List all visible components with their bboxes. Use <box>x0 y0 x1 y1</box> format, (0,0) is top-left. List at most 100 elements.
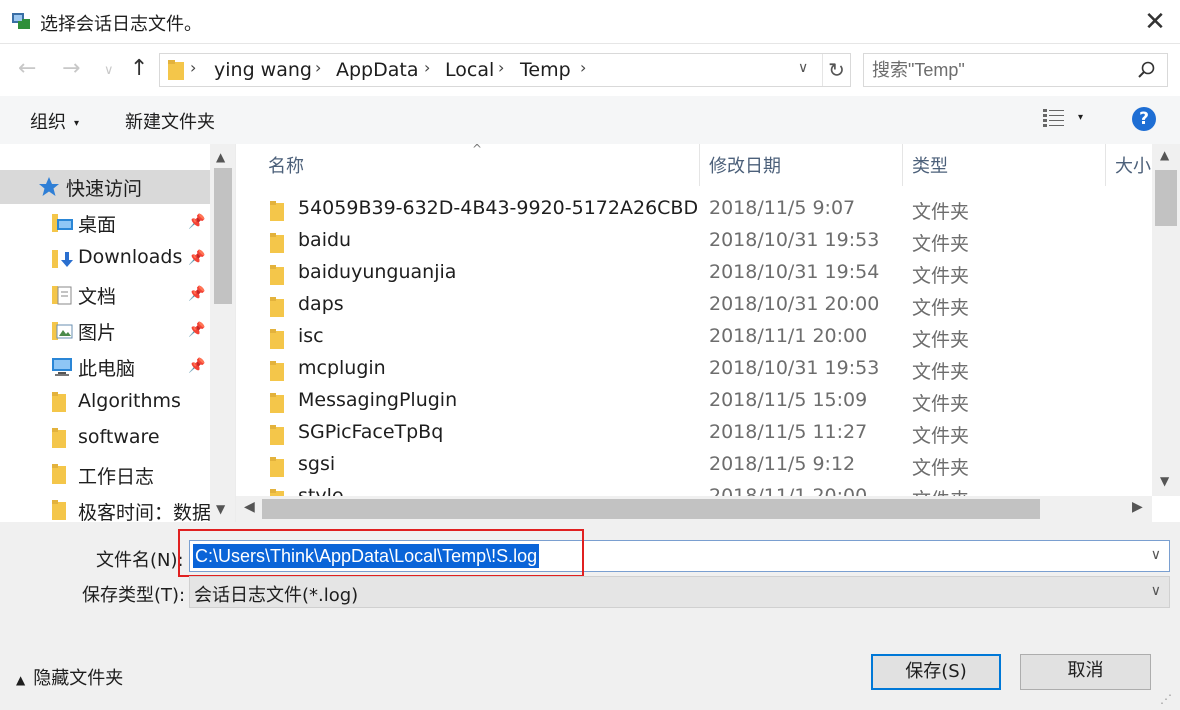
highlight-annotation <box>178 529 584 577</box>
sidebar-item-pictures[interactable]: 图片 📌 <box>0 314 210 348</box>
sidebar-item-quick-access[interactable]: 快速访问 <box>0 170 210 204</box>
sidebar-scrollbar[interactable]: ▲ ▼ <box>210 144 235 522</box>
filetype-select[interactable]: 会话日志文件(*.log) ∨ <box>189 576 1170 608</box>
file-row[interactable]: isc 2018/11/1 20:00 文件夹 <box>236 322 1152 354</box>
folder-icon <box>270 297 284 317</box>
help-icon[interactable]: ? <box>1132 107 1156 131</box>
folder-icon <box>270 329 284 349</box>
scrollbar-thumb[interactable] <box>214 168 232 304</box>
breadcrumb-appdata[interactable]: AppData <box>336 59 419 81</box>
search-box[interactable] <box>863 53 1168 87</box>
up-icon[interactable]: ↑ <box>130 56 148 81</box>
navigation-bar: ← → ∨ ↑ › ying wang › AppData › Local › … <box>0 44 1180 96</box>
file-name: isc <box>298 325 324 347</box>
search-input[interactable] <box>872 57 1122 83</box>
sidebar-item-this-pc[interactable]: 此电脑 📌 <box>0 350 210 384</box>
file-row[interactable]: mcplugin 2018/10/31 19:53 文件夹 <box>236 354 1152 386</box>
resize-grip-icon[interactable]: ⋰ <box>1160 692 1172 706</box>
scrollbar-thumb[interactable] <box>1155 170 1177 226</box>
file-row[interactable]: SGPicFaceTpBq 2018/11/5 11:27 文件夹 <box>236 418 1152 450</box>
breadcrumb-separator[interactable]: › <box>315 58 321 77</box>
search-icon[interactable] <box>1136 60 1156 80</box>
save-button[interactable]: 保存(S) <box>871 654 1001 690</box>
forward-icon[interactable]: → <box>62 56 80 81</box>
sidebar-item-software[interactable]: software <box>0 422 210 456</box>
filetype-value: 会话日志文件(*.log) <box>194 585 359 606</box>
file-modified: 2018/10/31 19:53 <box>709 357 880 379</box>
column-header-type[interactable]: 类型 <box>912 152 948 178</box>
file-type: 文件夹 <box>912 329 970 351</box>
folder-icon <box>270 425 284 445</box>
sidebar-item-downloads[interactable]: Downloads 📌 <box>0 242 210 276</box>
address-bar[interactable]: › ying wang › AppData › Local › Temp › ∨… <box>159 53 851 87</box>
scroll-left-icon[interactable]: ◀ <box>244 499 255 515</box>
scroll-down-icon[interactable]: ▼ <box>1160 474 1169 488</box>
back-icon[interactable]: ← <box>18 56 36 81</box>
new-folder-button[interactable]: 新建文件夹 <box>125 108 215 134</box>
file-type: 文件夹 <box>912 393 970 415</box>
scroll-right-icon[interactable]: ▶ <box>1132 499 1143 515</box>
column-header-modified[interactable]: 修改日期 <box>709 152 781 178</box>
file-row[interactable]: MessagingPlugin 2018/11/5 15:09 文件夹 <box>236 386 1152 418</box>
sidebar-item-algorithms[interactable]: Algorithms <box>0 386 210 420</box>
sidebar-item-work-log[interactable]: 工作日志 <box>0 458 210 492</box>
file-modified: 2018/11/5 9:12 <box>709 453 856 475</box>
file-name: mcplugin <box>298 357 386 379</box>
organize-button[interactable]: 组织 ▾ <box>30 108 79 134</box>
chevron-down-icon[interactable]: ∨ <box>798 60 808 76</box>
documents-folder-icon <box>52 286 72 305</box>
view-dropdown-icon[interactable]: ▾ <box>1078 112 1083 123</box>
pin-icon: 📌 <box>188 358 206 374</box>
computer-icon <box>52 358 72 376</box>
chevron-down-icon[interactable]: ∨ <box>1151 547 1161 563</box>
chevron-down-icon[interactable]: ∨ <box>1151 583 1161 599</box>
column-divider[interactable] <box>699 144 700 186</box>
column-header-name[interactable]: 名称 <box>268 152 304 178</box>
scroll-up-icon[interactable]: ▲ <box>1160 148 1169 162</box>
scroll-up-icon[interactable]: ▲ <box>216 150 225 164</box>
save-form: 文件名(N): C:\Users\Think\AppData\Local\Tem… <box>0 522 1180 710</box>
refresh-icon[interactable]: ↻ <box>822 54 850 86</box>
file-row[interactable]: baiduyunguanjia 2018/10/31 19:54 文件夹 <box>236 258 1152 290</box>
breadcrumb-separator[interactable]: › <box>498 58 504 77</box>
file-type: 文件夹 <box>912 425 970 447</box>
breadcrumb-temp[interactable]: Temp <box>520 59 571 81</box>
scroll-down-icon[interactable]: ▼ <box>216 502 225 516</box>
view-options-icon[interactable] <box>1043 108 1065 128</box>
breadcrumb-separator[interactable]: › <box>424 58 430 77</box>
star-icon <box>39 177 59 196</box>
file-row[interactable]: baidu 2018/10/31 19:53 文件夹 <box>236 226 1152 258</box>
file-modified: 2018/10/31 20:00 <box>709 293 880 315</box>
folder-icon <box>52 500 66 520</box>
file-row[interactable]: daps 2018/10/31 20:00 文件夹 <box>236 290 1152 322</box>
close-icon[interactable]: ✕ <box>1135 6 1175 38</box>
breadcrumb-ying-wang[interactable]: ying wang <box>214 59 312 81</box>
file-row[interactable]: sgsi 2018/11/5 9:12 文件夹 <box>236 450 1152 482</box>
file-type: 文件夹 <box>912 457 970 479</box>
column-header-size[interactable]: 大小 <box>1115 152 1151 178</box>
column-divider[interactable] <box>902 144 903 186</box>
sidebar-item-geektime[interactable]: 极客时间：数据结 <box>0 494 230 522</box>
breadcrumb-separator[interactable]: › <box>580 58 586 77</box>
file-name: MessagingPlugin <box>298 389 458 411</box>
filename-label: 文件名(N): <box>96 550 184 571</box>
recent-locations-icon[interactable]: ∨ <box>104 63 114 78</box>
cancel-button[interactable]: 取消 <box>1020 654 1151 690</box>
file-list-horizontal-scrollbar[interactable]: ◀ ▶ <box>236 496 1152 522</box>
hide-folders-label: 隐藏文件夹 <box>33 668 124 689</box>
folder-icon <box>270 201 284 221</box>
file-name: SGPicFaceTpBq <box>298 421 444 443</box>
scrollbar-thumb[interactable] <box>262 499 1040 519</box>
file-list-vertical-scrollbar[interactable]: ▲ ▼ <box>1152 144 1180 496</box>
sidebar-item-label: 文档 <box>78 286 117 308</box>
navigation-pane: 快速访问 桌面 📌 Downloads 📌 文档 📌 图片 📌 此电脑 📌 Al… <box>0 144 236 522</box>
sidebar-item-documents[interactable]: 文档 📌 <box>0 278 210 312</box>
hide-folders-toggle[interactable]: ▲ 隐藏文件夹 <box>16 664 123 690</box>
caret-down-icon: ▾ <box>74 117 80 129</box>
file-modified: 2018/11/1 20:00 <box>709 325 868 347</box>
file-row[interactable]: 54059B39-632D-4B43-9920-5172A26CBD 2018/1… <box>236 194 1152 226</box>
breadcrumb-local[interactable]: Local <box>445 59 494 81</box>
breadcrumb-separator[interactable]: › <box>190 58 196 77</box>
sidebar-item-desktop[interactable]: 桌面 📌 <box>0 206 210 240</box>
column-divider[interactable] <box>1105 144 1106 186</box>
